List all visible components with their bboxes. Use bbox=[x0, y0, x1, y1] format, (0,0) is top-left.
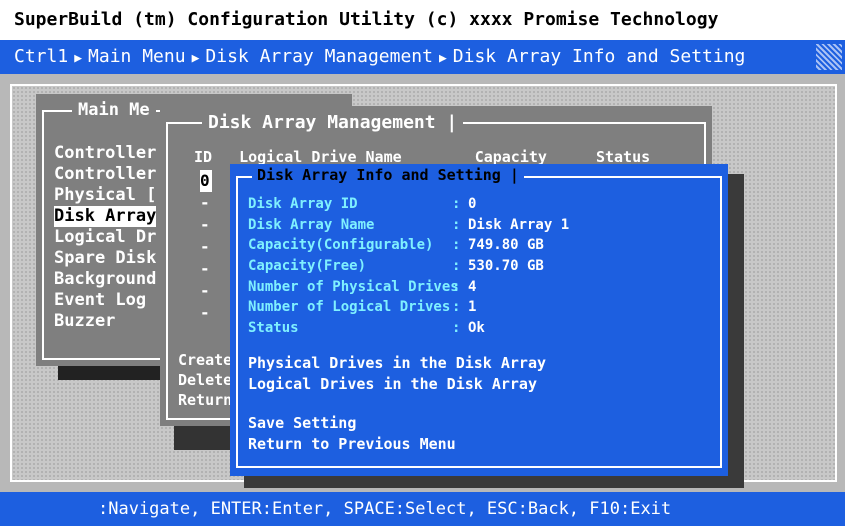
breadcrumb-item-ctrl1: Ctrl1 bbox=[14, 46, 69, 67]
field-separator: : bbox=[452, 237, 461, 254]
field-label: Disk Array ID bbox=[248, 196, 358, 212]
field-separator: : bbox=[452, 216, 461, 233]
field-value: 530.70 GB bbox=[468, 258, 544, 275]
disk-array-id-column: 0 - - - - - - bbox=[200, 170, 212, 324]
logical-drives-menu-item[interactable]: Logical Drives in the Disk Array bbox=[248, 374, 546, 395]
main-menu-item-logical-drive[interactable]: Logical Dr bbox=[54, 227, 164, 248]
disk-array-info-fields: Disk Array ID:0 Disk Array Name: Disk Arr… bbox=[248, 194, 569, 339]
table-row-id-selected[interactable]: 0 bbox=[200, 170, 212, 192]
field-value: Ok bbox=[468, 320, 485, 337]
table-row-id[interactable]: - bbox=[200, 302, 212, 324]
dam-shadow bbox=[174, 426, 234, 450]
triangle-right-icon: ▶ bbox=[191, 51, 200, 66]
triangle-right-icon: ▶ bbox=[74, 51, 83, 66]
field-value: 0 bbox=[468, 196, 477, 212]
main-menu-list: Controller Controller Physical [ Disk Ar… bbox=[54, 143, 164, 332]
field-row-disk-array-name[interactable]: Disk Array Name: Disk Array 1 bbox=[248, 215, 569, 236]
return-previous-menu-item[interactable]: Return to Previous Menu bbox=[248, 434, 456, 455]
field-value: 749.80 GB bbox=[468, 237, 544, 254]
field-label: Capacity(Configurable) bbox=[248, 237, 434, 254]
main-menu-item-background[interactable]: Background bbox=[54, 269, 164, 290]
field-row-capacity-free: Capacity(Free):530.70 GB bbox=[248, 256, 569, 277]
table-row-id[interactable]: - bbox=[200, 192, 212, 214]
table-row-id[interactable]: - bbox=[200, 236, 212, 258]
table-row-id[interactable]: - bbox=[200, 280, 212, 302]
status-bar: :Navigate, ENTER:Enter, SPACE:Select, ES… bbox=[0, 492, 845, 526]
main-menu-item-buzzer[interactable]: Buzzer bbox=[54, 311, 164, 332]
hatch-pattern-icon bbox=[816, 44, 842, 70]
delete-action[interactable]: Delete bbox=[178, 370, 232, 390]
drives-actions: Physical Drives in the Disk Array Logica… bbox=[248, 353, 546, 395]
field-label: Status bbox=[248, 320, 299, 337]
field-separator: : bbox=[452, 299, 461, 316]
field-row-capacity-configurable: Capacity(Configurable):749.80 GB bbox=[248, 235, 569, 256]
info-window-shadow bbox=[244, 476, 744, 488]
field-label: Number of Physical Drives bbox=[248, 278, 459, 295]
main-menu-shadow bbox=[58, 366, 174, 380]
dam-actions: Create Delete Return bbox=[178, 350, 233, 410]
field-row-status: Status: Ok bbox=[248, 318, 569, 339]
disk-array-management-title: Disk Array Management | bbox=[202, 112, 464, 133]
column-header-id: ID bbox=[194, 148, 213, 166]
field-separator: : bbox=[452, 320, 461, 337]
field-value: 4 bbox=[468, 278, 477, 295]
field-label: Number of Logical Drives bbox=[248, 299, 451, 316]
breadcrumb-item-disk-array-info: Disk Array Info and Setting bbox=[452, 46, 746, 67]
return-action[interactable]: Return bbox=[178, 390, 232, 410]
field-value: 1 bbox=[468, 299, 477, 316]
table-row-id[interactable]: - bbox=[200, 258, 212, 280]
field-row-physical-drives: Number of Physical Drives:4 bbox=[248, 277, 569, 298]
field-separator: : bbox=[452, 278, 461, 295]
breadcrumb: Ctrl1 ▶ Main Menu ▶ Disk Array Management ▶ Di… bbox=[0, 40, 845, 74]
disk-array-info-title: Disk Array Info and Setting | bbox=[252, 166, 524, 184]
field-separator: : bbox=[452, 258, 461, 275]
title-bar: SuperBuild (tm) Configuration Utility (c… bbox=[0, 0, 845, 40]
info-window-shadow-right bbox=[728, 174, 744, 484]
table-row-id[interactable]: - bbox=[200, 214, 212, 236]
main-menu-item-event-log[interactable]: Event Log bbox=[54, 290, 164, 311]
field-row-disk-array-id: Disk Array ID:0 bbox=[248, 194, 569, 215]
field-label: Disk Array Name bbox=[248, 216, 375, 233]
field-value[interactable]: Disk Array 1 bbox=[468, 215, 569, 236]
main-menu-item-controller-2[interactable]: Controller bbox=[54, 164, 164, 185]
setting-actions: Save Setting Return to Previous Menu bbox=[248, 413, 456, 455]
main-menu-title: Main Me bbox=[72, 100, 156, 120]
field-separator: : bbox=[452, 196, 461, 212]
breadcrumb-item-main-menu: Main Menu bbox=[88, 46, 186, 67]
physical-drives-menu-item[interactable]: Physical Drives in the Disk Array bbox=[248, 353, 546, 374]
field-row-logical-drives: Number of Logical Drives:1 bbox=[248, 297, 569, 318]
create-action[interactable]: Create bbox=[178, 350, 232, 370]
main-menu-item-controller-1[interactable]: Controller bbox=[54, 143, 164, 164]
main-menu-item-disk-array[interactable]: Disk Array bbox=[54, 206, 156, 227]
save-setting-menu-item[interactable]: Save Setting bbox=[248, 413, 456, 434]
main-menu-item-physical-drive[interactable]: Physical [ bbox=[54, 185, 164, 206]
field-label: Capacity(Free) bbox=[248, 258, 367, 275]
main-menu-item-spare-disk[interactable]: Spare Disk bbox=[54, 248, 164, 269]
triangle-right-icon: ▶ bbox=[438, 51, 447, 66]
breadcrumb-item-disk-array-management: Disk Array Management bbox=[205, 46, 433, 67]
